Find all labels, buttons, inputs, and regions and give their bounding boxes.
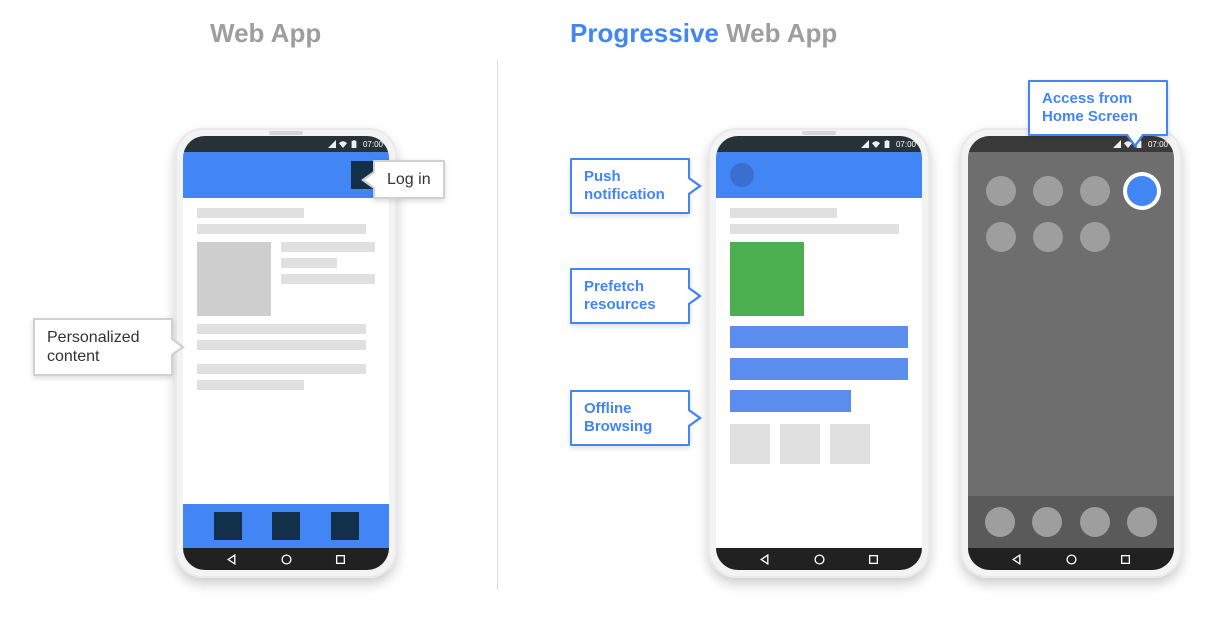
- app-bar: [183, 152, 389, 198]
- offline-content-bar: [730, 326, 908, 348]
- status-time: 07:00: [896, 140, 916, 149]
- text-placeholder: [281, 274, 375, 284]
- app-icon: [986, 222, 1016, 252]
- tab-bar: [183, 504, 389, 548]
- dock-app-icon: [1080, 507, 1110, 537]
- android-nav-bar: [183, 548, 389, 570]
- offline-content-bar: [730, 390, 851, 412]
- text-placeholder: [730, 224, 899, 234]
- thumbnail-row: [730, 424, 908, 464]
- heading-pwa: Progressive Web App: [570, 18, 837, 49]
- tab-item-icon: [214, 512, 242, 540]
- thumbnail-placeholder: [780, 424, 820, 464]
- app-icon: [1033, 222, 1063, 252]
- push-indicator-icon: [730, 163, 754, 187]
- dock-app-icon: [1032, 507, 1062, 537]
- text-placeholder: [281, 242, 375, 252]
- offline-content-bar: [730, 358, 908, 380]
- text-placeholder: [197, 364, 366, 374]
- callout-push: Push notification: [570, 158, 690, 214]
- back-icon: [226, 554, 237, 565]
- app-icon: [1033, 176, 1063, 206]
- callout-login: Log in: [373, 160, 445, 199]
- dock-app-icon: [985, 507, 1015, 537]
- signal-icon: [1113, 140, 1121, 148]
- callout-push-text: Push notification: [584, 168, 665, 203]
- text-placeholder: [197, 324, 366, 334]
- home-icon: [1066, 554, 1077, 565]
- home-icon: [281, 554, 292, 565]
- heading-pwa-accent: Progressive: [570, 18, 719, 48]
- app-bar: [716, 152, 922, 198]
- back-icon: [1011, 554, 1022, 565]
- phone-home-screen: 07:00: [960, 128, 1182, 578]
- app-icon: [1080, 222, 1110, 252]
- android-nav-bar: [716, 548, 922, 570]
- tab-item-icon: [331, 512, 359, 540]
- callout-prefetch: Prefetch resources: [570, 268, 690, 324]
- callout-personalized-text: Personalized content: [47, 329, 140, 365]
- page-content: [716, 198, 922, 474]
- status-bar: 07:00: [716, 136, 922, 152]
- text-placeholder: [197, 208, 304, 218]
- status-time: 07:00: [363, 140, 383, 149]
- text-placeholder: [197, 380, 304, 390]
- page-content: [183, 198, 389, 406]
- prefetched-image-placeholder: [730, 242, 804, 316]
- callout-personalized: Personalized content: [33, 318, 173, 376]
- divider: [497, 60, 498, 590]
- recents-icon: [335, 554, 346, 565]
- text-placeholder: [197, 340, 366, 350]
- home-app-grid: [968, 176, 1174, 252]
- tab-item-icon: [272, 512, 300, 540]
- pwa-home-icon: [1127, 176, 1157, 206]
- signal-icon: [328, 140, 336, 148]
- recents-icon: [868, 554, 879, 565]
- phone-web-app: 07:00: [175, 128, 397, 578]
- text-placeholder: [281, 258, 337, 268]
- status-time: 07:00: [1148, 140, 1168, 149]
- text-placeholder: [197, 224, 366, 234]
- wifi-icon: [339, 140, 347, 148]
- phone-pwa: 07:00: [708, 128, 930, 578]
- thumbnail-placeholder: [730, 424, 770, 464]
- callout-offline: Offline Browsing: [570, 390, 690, 446]
- battery-icon: [883, 140, 891, 148]
- heading-web-app: Web App: [210, 18, 321, 49]
- thumbnail-placeholder: [830, 424, 870, 464]
- signal-icon: [861, 140, 869, 148]
- home-dock: [968, 496, 1174, 548]
- battery-icon: [350, 140, 358, 148]
- heading-pwa-rest: Web App: [719, 18, 837, 48]
- phone-speaker: [802, 131, 836, 135]
- callout-login-text: Log in: [387, 171, 431, 188]
- android-nav-bar: [968, 548, 1174, 570]
- status-bar: 07:00: [183, 136, 389, 152]
- back-icon: [759, 554, 770, 565]
- callout-offline-text: Offline Browsing: [584, 400, 652, 435]
- home-icon: [814, 554, 825, 565]
- recents-icon: [1120, 554, 1131, 565]
- app-icon: [1080, 176, 1110, 206]
- image-placeholder: [197, 242, 271, 316]
- app-icon: [986, 176, 1016, 206]
- dock-app-icon: [1127, 507, 1157, 537]
- text-placeholder: [730, 208, 837, 218]
- callout-homescreen: Access from Home Screen: [1028, 80, 1168, 136]
- callout-prefetch-text: Prefetch resources: [584, 278, 656, 313]
- phone-speaker: [269, 131, 303, 135]
- callout-homescreen-text: Access from Home Screen: [1042, 90, 1138, 125]
- wifi-icon: [872, 140, 880, 148]
